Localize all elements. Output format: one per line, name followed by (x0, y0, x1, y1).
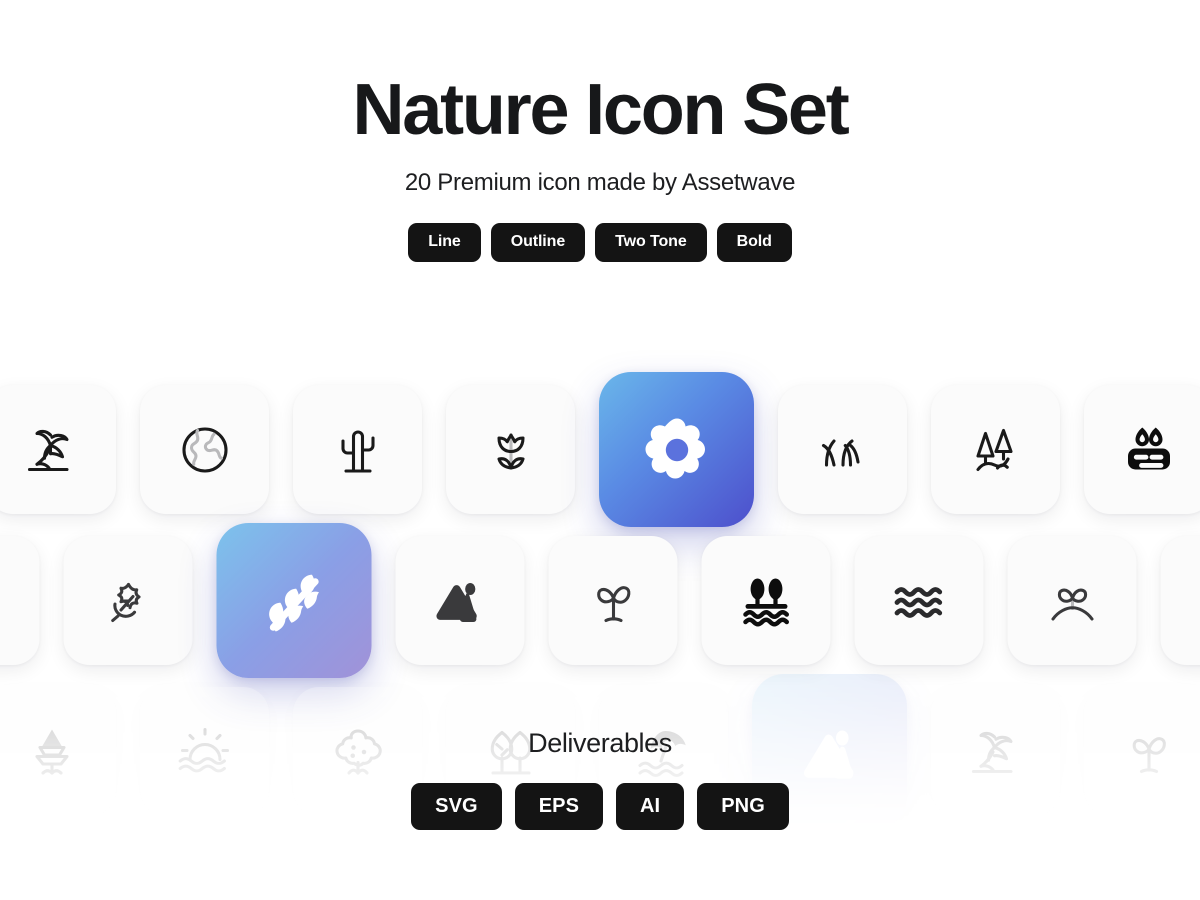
style-tag-outline[interactable]: Outline (490, 223, 586, 263)
seedling-hill-icon (1036, 565, 1108, 637)
icon-card-mountain-sun[interactable] (395, 536, 525, 665)
forest-river-icon (960, 414, 1032, 486)
flower-icon (635, 408, 719, 492)
branch-leaves-icon (252, 559, 336, 643)
icon-card-cactus-bold[interactable] (0, 536, 40, 665)
icon-card-globe-earth[interactable] (140, 385, 269, 514)
icon-card-seedling-hill[interactable] (1007, 536, 1137, 665)
icon-card-maple-leaf[interactable] (63, 536, 193, 665)
icon-card-flower-featured[interactable] (599, 372, 754, 527)
potted-plant-icon (1113, 414, 1185, 486)
icon-card-branch-featured[interactable] (216, 523, 372, 678)
icon-card-forest-river[interactable] (931, 385, 1060, 514)
icon-card-tulip-flower[interactable] (446, 385, 575, 514)
icon-card-water-waves[interactable] (854, 536, 984, 665)
page-title: Nature Icon Set (352, 70, 849, 150)
palm-tree-icon (16, 414, 88, 486)
style-tag-row: Line Outline Two Tone Bold (0, 223, 1200, 263)
style-tag-line[interactable]: Line (408, 223, 481, 263)
format-tag-png[interactable]: PNG (697, 783, 789, 830)
trees-water-icon (730, 565, 802, 637)
deliverables-section: Deliverables SVG EPS AI PNG (0, 728, 1200, 830)
cactus-icon (322, 414, 394, 486)
icon-card-sprout[interactable] (548, 536, 678, 665)
icon-card-potted-plant[interactable] (1084, 385, 1200, 514)
icon-card-branch-leaves[interactable] (1160, 536, 1200, 665)
format-tag-eps[interactable]: EPS (514, 783, 604, 830)
globe-earth-icon (169, 414, 241, 486)
icon-row-2 (0, 523, 1200, 678)
icon-card-grass[interactable] (778, 385, 907, 514)
format-tag-ai[interactable]: AI (616, 783, 685, 830)
tulip-flower-icon (475, 414, 547, 486)
icon-card-cactus[interactable] (293, 385, 422, 514)
header: Nature Icon Set 20 Premium icon made by … (0, 0, 1200, 263)
icon-card-palm-tree[interactable] (0, 385, 116, 514)
deliverables-format-row: SVG EPS AI PNG (0, 783, 1200, 830)
cactus-icon (0, 565, 11, 637)
grass-icon (807, 414, 879, 486)
icon-card-trees-water[interactable] (701, 536, 831, 665)
maple-leaf-icon (92, 565, 164, 637)
sprout-icon (577, 565, 649, 637)
water-waves-icon (883, 565, 955, 637)
mountain-sun-icon (424, 565, 496, 637)
branch-leaves-icon (1189, 565, 1200, 637)
format-tag-svg[interactable]: SVG (411, 783, 502, 830)
icon-set-showcase: Nature Icon Set 20 Premium icon made by … (0, 0, 1200, 900)
style-tag-two-tone[interactable]: Two Tone (595, 223, 707, 263)
deliverables-label: Deliverables (528, 728, 672, 758)
page-subtitle: 20 Premium icon made by Assetwave (404, 169, 796, 197)
icon-row-1 (0, 372, 1200, 527)
style-tag-bold[interactable]: Bold (716, 223, 792, 263)
